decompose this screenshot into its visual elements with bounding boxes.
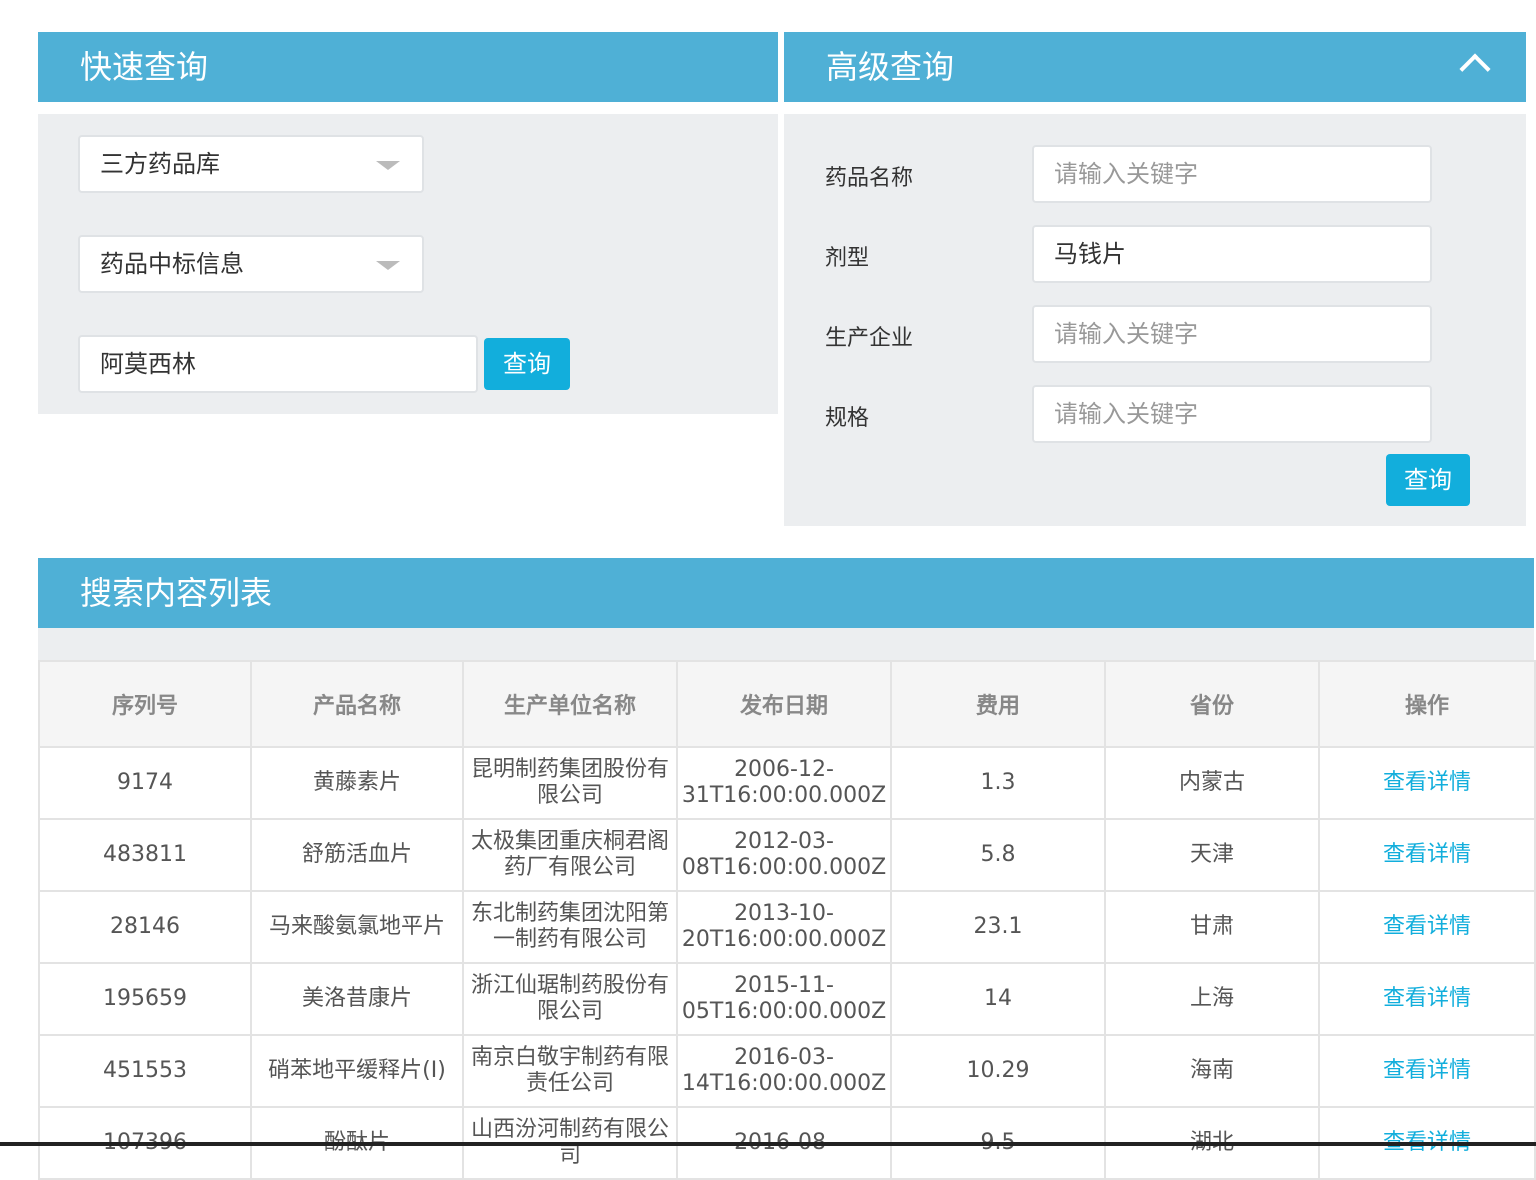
cell-manufacturer: 南京白敬宇制药有限责任公司 [462, 1034, 678, 1108]
table-row: 195659 美洛昔康片 浙江仙琚制药股份有限公司 2015-11-05T16:… [38, 962, 1536, 1036]
view-details-link[interactable]: 查看详情 [1318, 890, 1536, 964]
cell-province: 海南 [1104, 1034, 1320, 1108]
table-row: 483811 舒筋活血片 太极集团重庆桐君阁药厂有限公司 2012-03-08T… [38, 818, 1536, 892]
view-details-link[interactable]: 查看详情 [1318, 1034, 1536, 1108]
library-select-value: 三方药品库 [100, 150, 220, 178]
manufacturer-input[interactable]: 请输入关键字 [1032, 305, 1432, 363]
view-details-link[interactable]: 查看详情 [1318, 746, 1536, 820]
advanced-search-button[interactable]: 查询 [1386, 454, 1470, 506]
chevron-up-icon[interactable] [1459, 53, 1491, 85]
quick-keyword-value: 阿莫西林 [100, 350, 196, 378]
cell-serial: 195659 [38, 962, 252, 1036]
cell-manufacturer: 浙江仙琚制药股份有限公司 [462, 962, 678, 1036]
chevron-down-icon [376, 261, 400, 270]
table-row: 28146 马来酸氨氯地平片 东北制药集团沈阳第一制药有限公司 2013-10-… [38, 890, 1536, 964]
column-header: 费用 [890, 660, 1106, 748]
cell-cost: 23.1 [890, 890, 1106, 964]
results-table: 序列号 产品名称 生产单位名称 发布日期 费用 省份 操作 9174 黄藤素片 … [38, 660, 1536, 1180]
cell-province: 甘肃 [1104, 890, 1320, 964]
column-header: 省份 [1104, 660, 1320, 748]
info-type-select[interactable]: 药品中标信息 [78, 235, 424, 293]
cell-product: 舒筋活血片 [250, 818, 464, 892]
cell-province: 天津 [1104, 818, 1320, 892]
table-header-row: 序列号 产品名称 生产单位名称 发布日期 费用 省份 操作 [38, 660, 1536, 748]
results-header: 搜索内容列表 [38, 558, 1534, 628]
view-details-link[interactable]: 查看详情 [1318, 818, 1536, 892]
library-select[interactable]: 三方药品库 [78, 135, 424, 193]
cell-manufacturer: 太极集团重庆桐君阁药厂有限公司 [462, 818, 678, 892]
spec-placeholder: 请输入关键字 [1054, 400, 1198, 428]
spec-input[interactable]: 请输入关键字 [1032, 385, 1432, 443]
cell-cost: 5.8 [890, 818, 1106, 892]
column-header: 序列号 [38, 660, 252, 748]
cell-cost: 1.3 [890, 746, 1106, 820]
drug-name-placeholder: 请输入关键字 [1054, 160, 1198, 188]
spec-label: 规格 [825, 406, 870, 431]
cell-serial: 28146 [38, 890, 252, 964]
cell-cost: 10.29 [890, 1034, 1106, 1108]
manufacturer-placeholder: 请输入关键字 [1054, 320, 1198, 348]
cell-manufacturer: 东北制药集团沈阳第一制药有限公司 [462, 890, 678, 964]
cell-manufacturer: 昆明制药集团股份有限公司 [462, 746, 678, 820]
cell-product: 美洛昔康片 [250, 962, 464, 1036]
column-header: 生产单位名称 [462, 660, 678, 748]
cell-product: 马来酸氨氯地平片 [250, 890, 464, 964]
quick-search-button[interactable]: 查询 [484, 338, 570, 390]
cell-date: 2013-10-20T16:00:00.000Z [676, 890, 892, 964]
cell-serial: 9174 [38, 746, 252, 820]
manufacturer-label: 生产企业 [825, 326, 914, 351]
advanced-query-header[interactable]: 高级查询 [784, 32, 1526, 102]
dosage-form-input[interactable]: 马钱片 [1032, 225, 1432, 283]
quick-query-title: 快速查询 [80, 48, 209, 86]
advanced-query-title: 高级查询 [826, 48, 955, 86]
info-type-select-value: 药品中标信息 [100, 250, 244, 278]
table-row: 451553 硝苯地平缓释片(I) 南京白敬宇制药有限责任公司 2016-03-… [38, 1034, 1536, 1108]
cell-cost: 14 [890, 962, 1106, 1036]
dosage-form-label: 剂型 [825, 246, 870, 271]
results-toolbar-strip [38, 628, 1534, 660]
cell-date: 2015-11-05T16:00:00.000Z [676, 962, 892, 1036]
cell-serial: 451553 [38, 1034, 252, 1108]
bottom-edge-divider [0, 1142, 1536, 1146]
cell-serial: 483811 [38, 818, 252, 892]
column-header: 产品名称 [250, 660, 464, 748]
chevron-down-icon [376, 161, 400, 170]
cell-date: 2012-03-08T16:00:00.000Z [676, 818, 892, 892]
cell-date: 2016-03-14T16:00:00.000Z [676, 1034, 892, 1108]
results-title: 搜索内容列表 [80, 574, 273, 612]
cell-product: 硝苯地平缓释片(I) [250, 1034, 464, 1108]
cell-province: 内蒙古 [1104, 746, 1320, 820]
column-header: 发布日期 [676, 660, 892, 748]
quick-keyword-input[interactable]: 阿莫西林 [78, 335, 478, 393]
cell-province: 上海 [1104, 962, 1320, 1036]
dosage-form-value: 马钱片 [1054, 240, 1126, 268]
view-details-link[interactable]: 查看详情 [1318, 962, 1536, 1036]
table-row: 9174 黄藤素片 昆明制药集团股份有限公司 2006-12-31T16:00:… [38, 746, 1536, 820]
column-header: 操作 [1318, 660, 1536, 748]
quick-query-header: 快速查询 [38, 32, 778, 102]
cell-product: 黄藤素片 [250, 746, 464, 820]
cell-date: 2006-12-31T16:00:00.000Z [676, 746, 892, 820]
drug-name-input[interactable]: 请输入关键字 [1032, 145, 1432, 203]
drug-name-label: 药品名称 [825, 166, 914, 191]
